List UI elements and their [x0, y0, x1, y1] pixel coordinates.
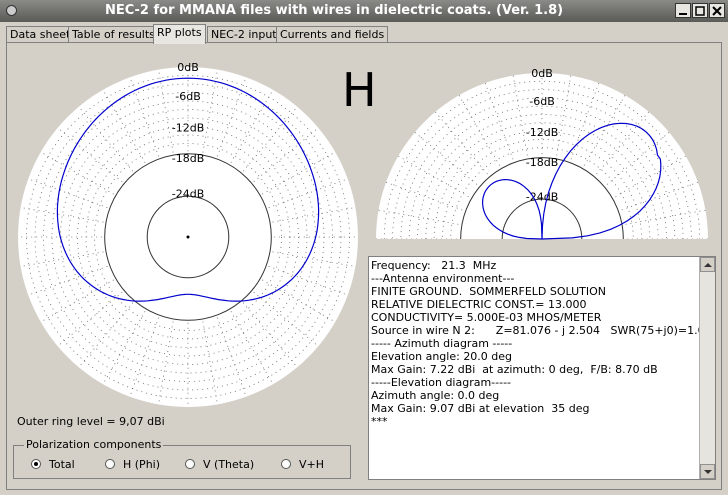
elevation-polar-plot: 0dB-6dB-12dB-18dB-24dB	[376, 67, 708, 240]
tab-rp-plots[interactable]: RP plots	[153, 24, 206, 44]
result-line: CONDUCTIVITY= 5.000E-03 MHOS/METER	[371, 311, 602, 324]
maximize-icon[interactable]	[692, 3, 708, 18]
ring-label: -6dB	[175, 90, 201, 103]
result-line: Elevation angle: 20.0 deg	[371, 350, 513, 363]
title-bar[interactable]: NEC-2 for MMANA files with wires in diel…	[0, 0, 728, 22]
result-line: Max Gain: 9.07 dBi at elevation 35 deg	[371, 402, 590, 415]
scroll-down-icon[interactable]	[700, 464, 715, 479]
ring-label: -18dB	[526, 156, 559, 169]
radio-unselected-icon[interactable]	[281, 459, 291, 469]
result-line: Frequency: 21.3 MHz	[371, 259, 497, 272]
result-line: Max Gain: 7.22 dBi at azimuth: 0 deg, F/…	[371, 363, 658, 376]
result-line: Source in wire N 2: Z=81.076 - j 2.504 S…	[371, 324, 712, 337]
scroll-up-icon[interactable]	[700, 257, 715, 272]
radio-unselected-icon[interactable]	[105, 459, 115, 469]
radio-total[interactable]: Total	[31, 458, 75, 472]
azimuth-polar-plot: 0dB -6dB -12dB -18dB -24dB	[18, 61, 358, 407]
ring-label: -12dB	[526, 126, 559, 139]
tab-nec2-input[interactable]: NEC-2 input	[207, 26, 281, 43]
radio-v-plus-h[interactable]: V+H	[281, 458, 324, 472]
result-line: ----- Azimuth diagram -----	[371, 337, 513, 350]
results-textbox[interactable]: Frequency: 21.3 MHz ---Antenna environmen…	[368, 256, 716, 480]
ring-label: -18dB	[172, 152, 205, 165]
result-line: ---Antenna environment---	[371, 272, 515, 285]
result-line: FINITE GROUND. SOMMERFELD SOLUTION	[371, 285, 606, 298]
window-title: NEC-2 for MMANA files with wires in diel…	[104, 3, 564, 18]
result-line: -----Elevation diagram-----	[371, 376, 512, 389]
vertical-scrollbar[interactable]	[699, 257, 715, 479]
tab-data-sheet[interactable]: Data sheet	[6, 26, 75, 43]
tab-table-of-results[interactable]: Table of results	[68, 26, 159, 43]
outer-ring-level: Outer ring level = 9,07 dBi	[17, 415, 165, 428]
result-line: Azimuth angle: 0.0 deg	[371, 389, 500, 402]
center-dot	[186, 235, 190, 239]
result-line: RELATIVE DIELECTRIC CONST.= 13.000	[371, 298, 587, 311]
ring-label: -24dB	[172, 188, 205, 201]
ring-label: 0dB	[177, 61, 199, 74]
plot-label: H	[342, 63, 377, 117]
polarization-group-title: Polarization components	[24, 438, 164, 451]
tab-currents-and-fields[interactable]: Currents and fields	[276, 26, 389, 43]
close-icon[interactable]	[709, 3, 725, 18]
ring-label: -12dB	[172, 121, 205, 134]
radio-h-phi[interactable]: H (Phi)	[105, 458, 160, 472]
radio-selected-icon[interactable]	[31, 459, 41, 469]
minimize-icon[interactable]	[675, 3, 691, 18]
results-text: Frequency: 21.3 MHz ---Antenna environmen…	[371, 259, 712, 428]
polarization-components-group: Polarization components Total H (Phi) V …	[13, 438, 351, 479]
ring-label: -6dB	[529, 95, 555, 108]
ring-label: 0dB	[531, 67, 553, 80]
result-line: ***	[371, 415, 388, 428]
radio-v-theta[interactable]: V (Theta)	[185, 458, 254, 472]
radio-unselected-icon[interactable]	[185, 459, 195, 469]
